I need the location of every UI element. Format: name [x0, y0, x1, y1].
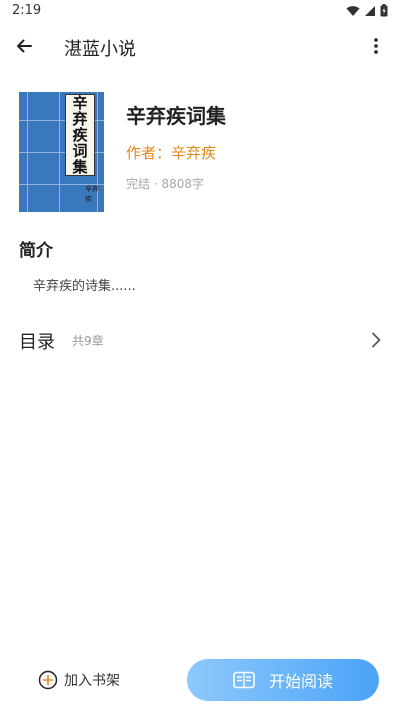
book-cover[interactable]: 辛 弃 疾 词 集 辛弃疾 [19, 92, 104, 212]
app-title: 湛蓝小说 [64, 39, 136, 60]
cover-title-char: 疾 [72, 125, 88, 144]
book-title: 辛弃疾词集 [126, 104, 226, 128]
intro-heading: 简介 [19, 241, 53, 261]
cover-title-char: 词 [72, 141, 88, 160]
toc-chapter-count: 共9章 [72, 334, 104, 348]
back-button[interactable] [10, 32, 38, 60]
add-to-shelf-label: 加入书架 [64, 673, 120, 689]
wifi-icon [346, 5, 360, 16]
cover-title-label: 辛 弃 疾 词 集 [65, 94, 95, 176]
cover-title-char: 集 [72, 157, 88, 176]
battery-icon [380, 4, 388, 17]
add-to-shelf-button[interactable]: 加入书架 [38, 668, 120, 692]
bottom-action-bar: 加入书架 开始阅读 [0, 650, 400, 712]
more-options-button[interactable] [366, 32, 386, 60]
app-bar: 湛蓝小说 [0, 24, 400, 68]
status-time: 2:19 [12, 3, 42, 18]
arrow-left-icon [17, 39, 32, 53]
status-bar: 2:19 [0, 0, 400, 24]
toc-row[interactable]: 目录 共9章 [0, 320, 400, 360]
start-reading-label: 开始阅读 [268, 672, 333, 691]
toc-label: 目录 [19, 332, 55, 353]
plus-circle-icon [38, 670, 58, 690]
start-reading-button[interactable]: 开始阅读 [187, 659, 379, 701]
book-meta: 完结 · 8808字 [126, 177, 204, 191]
more-vertical-icon [374, 38, 378, 54]
cover-title-char: 弃 [72, 109, 88, 128]
chevron-right-icon [368, 328, 384, 352]
intro-text: 辛弃疾的诗集...... [33, 279, 136, 294]
cover-stamp: 辛弃疾 [85, 185, 99, 203]
book-author[interactable]: 作者：辛弃疾 [126, 142, 216, 163]
status-icons [346, 4, 388, 17]
signal-icon [365, 5, 375, 16]
book-open-icon [233, 671, 255, 689]
cover-title-char: 辛 [72, 93, 88, 112]
